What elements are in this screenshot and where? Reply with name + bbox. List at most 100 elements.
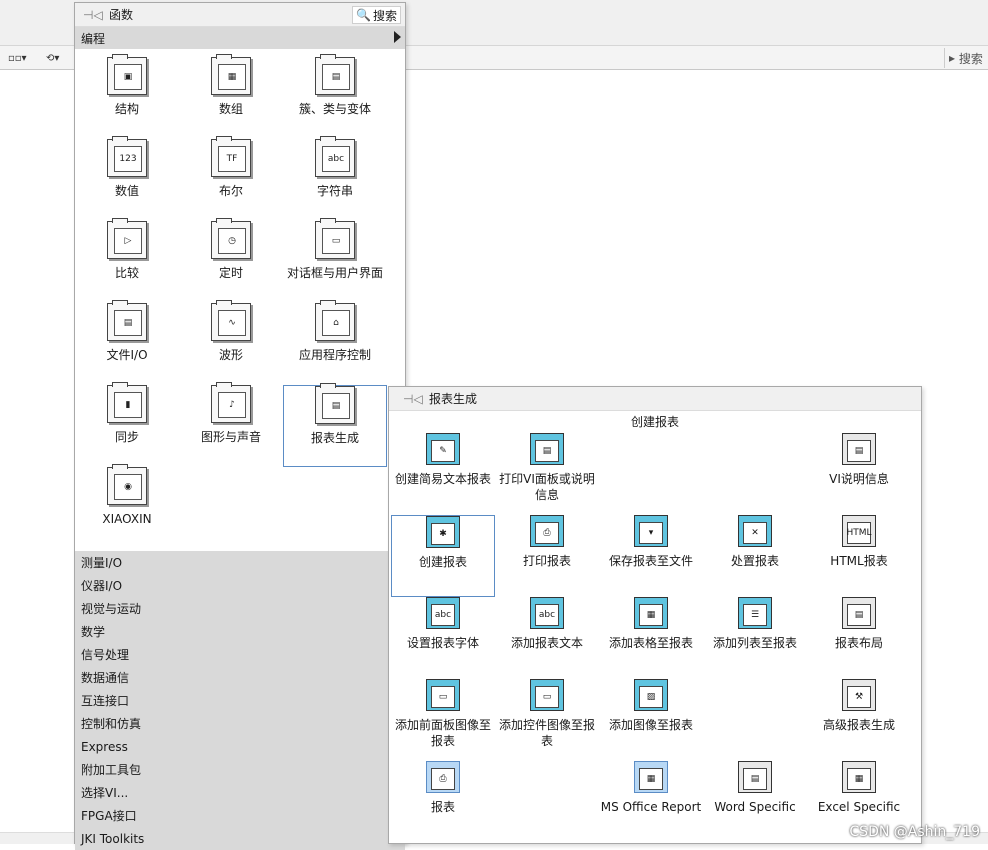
palette-item-timing[interactable]: ◷ 定时	[179, 218, 283, 303]
report-item-advanced-report[interactable]: ⚒ 高级报表生成	[807, 679, 911, 761]
category-item[interactable]: 仪器I/O	[75, 574, 405, 597]
report-item-label: 报表	[430, 800, 455, 814]
palette-item-comparison[interactable]: ▷ 比较	[75, 218, 179, 303]
numeric-icon: 123	[107, 136, 147, 177]
category-item[interactable]: 测量I/O	[75, 551, 405, 574]
dialog-icon: ▭	[315, 218, 355, 259]
report-item-report-express[interactable]: ⎙ 报表	[391, 761, 495, 843]
timing-icon: ◷	[211, 218, 251, 259]
reorder-icon[interactable]: ⟲▾	[46, 50, 59, 66]
palette-titlebar: ⊣◁ 函数 🔍 搜索	[75, 3, 405, 27]
vi-doc-icon: ▤	[842, 433, 876, 465]
report-item-label: 添加前面板图像至报表	[394, 718, 491, 748]
category-item[interactable]: 控制和仿真	[75, 712, 405, 735]
palette-item-graphics-sound[interactable]: ♪ 图形与声音	[179, 382, 283, 467]
append-text-icon: abc	[530, 597, 564, 629]
palette-item-string[interactable]: abc 字符串	[283, 136, 387, 221]
xiaoxin-icon: ◉	[107, 464, 147, 505]
palette-item-label: 字符串	[316, 184, 353, 198]
palette-item-label: 结构	[114, 102, 139, 116]
palette-item-label: 报表生成	[310, 431, 359, 445]
category-item[interactable]: JKI Toolkits	[75, 827, 405, 850]
report-item-label: 添加控件图像至报表	[498, 718, 595, 748]
report-item-label: MS Office Report	[600, 800, 702, 814]
report-item-append-fp-image[interactable]: ▭ 添加前面板图像至报表	[391, 679, 495, 761]
report-item-dispose-report[interactable]: ✕ 处置报表	[703, 515, 807, 597]
distribute-icon[interactable]: ▫▫▾	[8, 50, 27, 66]
category-programming[interactable]: 编程	[75, 27, 405, 49]
report-item-append-image[interactable]: ▨ 添加图像至报表	[599, 679, 703, 761]
report-item-new-report[interactable]: ✱ 创建报表	[391, 515, 495, 597]
palette-item-report[interactable]: ▤ 报表生成	[283, 383, 387, 467]
category-item[interactable]: 数学	[75, 620, 405, 643]
palette-item-sync[interactable]: ▮ 同步	[75, 382, 179, 467]
report-item-ms-office[interactable]: ▦ MS Office Report	[599, 761, 703, 843]
report-item-print-vi-panel[interactable]: ▤ 打印VI面板或说明信息	[495, 433, 599, 515]
report-item-label: 保存报表至文件	[608, 554, 693, 568]
palette-item-label: 数值	[114, 184, 139, 198]
report-item-label: 高级报表生成	[822, 718, 895, 732]
category-item[interactable]: 附加工具包	[75, 758, 405, 781]
report-item-append-list[interactable]: ☰ 添加列表至报表	[703, 597, 807, 679]
array-icon: ▦	[211, 54, 251, 95]
report-express-icon: ⎙	[426, 761, 460, 793]
palette-item-label: 文件I/O	[106, 348, 148, 362]
report-item-html-report[interactable]: HTML HTML报表	[807, 515, 911, 597]
waveform-icon: ∿	[211, 300, 251, 341]
advanced-report-icon: ⚒	[842, 679, 876, 711]
excel-icon: ▦	[842, 761, 876, 793]
palette-item-waveform[interactable]: ∿ 波形	[179, 300, 283, 385]
palette-grid: ▣ 结构 ▦ 数组 ▤ 簇、类与变体 123 数值 TF 布尔 abc 字符串 ▷ 比较 ◷ 定时 ▭ 对话框与用…	[75, 49, 405, 555]
palette-item-file-io[interactable]: ▤ 文件I/O	[75, 300, 179, 385]
palette-item-array[interactable]: ▦ 数组	[179, 54, 283, 139]
report-item-print-report[interactable]: ⎙ 打印报表	[495, 515, 599, 597]
ms-office-icon: ▦	[634, 761, 668, 793]
palette-item-label: 数组	[218, 102, 243, 116]
palette-item-boolean[interactable]: TF 布尔	[179, 136, 283, 221]
search-button[interactable]: 🔍 搜索	[352, 6, 401, 24]
palette-item-dialog[interactable]: ▭ 对话框与用户界面	[283, 218, 387, 303]
report-item-label: Excel Specific	[817, 800, 901, 814]
report-item-word[interactable]: ▤ Word Specific	[703, 761, 807, 843]
watermark: CSDN @Ashin_719	[849, 824, 980, 840]
append-fp-image-icon: ▭	[426, 679, 460, 711]
category-item[interactable]: 互连接口	[75, 689, 405, 712]
category-item[interactable]: FPGA接口	[75, 804, 405, 827]
word-icon: ▤	[738, 761, 772, 793]
report-item-report-layout[interactable]: ▤ 报表布局	[807, 597, 911, 679]
report-item-vi-doc[interactable]: ▤ VI说明信息	[807, 433, 911, 515]
report-item-append-control-image[interactable]: ▭ 添加控件图像至报表	[495, 679, 599, 761]
palette-item-cluster[interactable]: ▤ 簇、类与变体	[283, 54, 387, 139]
report-item-label: 添加图像至报表	[608, 718, 693, 732]
report-item-label: 添加报表文本	[510, 636, 583, 650]
easy-text-report-icon: ✎	[426, 433, 460, 465]
report-item-label: 打印报表	[522, 554, 571, 568]
toolbar-search[interactable]: ▸ 搜索	[944, 48, 988, 68]
append-image-icon: ▨	[634, 679, 668, 711]
palette-item-app-control[interactable]: ⌂ 应用程序控制	[283, 300, 387, 385]
search-button-label: 搜索	[372, 8, 397, 23]
pin-icon[interactable]: ⊣◁	[83, 8, 105, 22]
category-item[interactable]: 视觉与运动	[75, 597, 405, 620]
report-item-label: Word Specific	[714, 800, 796, 814]
structures-icon: ▣	[107, 54, 147, 95]
palette-item-numeric[interactable]: 123 数值	[75, 136, 179, 221]
report-item-append-text[interactable]: abc 添加报表文本	[495, 597, 599, 679]
category-item[interactable]: 选择VI...	[75, 781, 405, 804]
palette-item-xiaoxin[interactable]: ◉ XIAOXIN	[75, 464, 179, 549]
report-item-append-table[interactable]: ▦ 添加表格至报表	[599, 597, 703, 679]
report-item-label: HTML报表	[830, 554, 888, 568]
string-icon: abc	[315, 136, 355, 177]
category-item[interactable]: 信号处理	[75, 643, 405, 666]
category-item[interactable]: Express	[75, 735, 405, 758]
report-layout-icon: ▤	[842, 597, 876, 629]
pin-icon[interactable]: ⊣◁	[403, 392, 425, 406]
search-icon: 🔍	[356, 8, 371, 22]
report-item-set-font[interactable]: abc 设置报表字体	[391, 597, 495, 679]
palette-item-label: 对话框与用户界面	[286, 266, 383, 280]
palette-item-label: 簇、类与变体	[298, 102, 371, 116]
report-item-easy-text-report[interactable]: ✎ 创建简易文本报表	[391, 433, 495, 515]
report-item-save-report[interactable]: ▾ 保存报表至文件	[599, 515, 703, 597]
category-item[interactable]: 数据通信	[75, 666, 405, 689]
palette-item-structures[interactable]: ▣ 结构	[75, 54, 179, 139]
